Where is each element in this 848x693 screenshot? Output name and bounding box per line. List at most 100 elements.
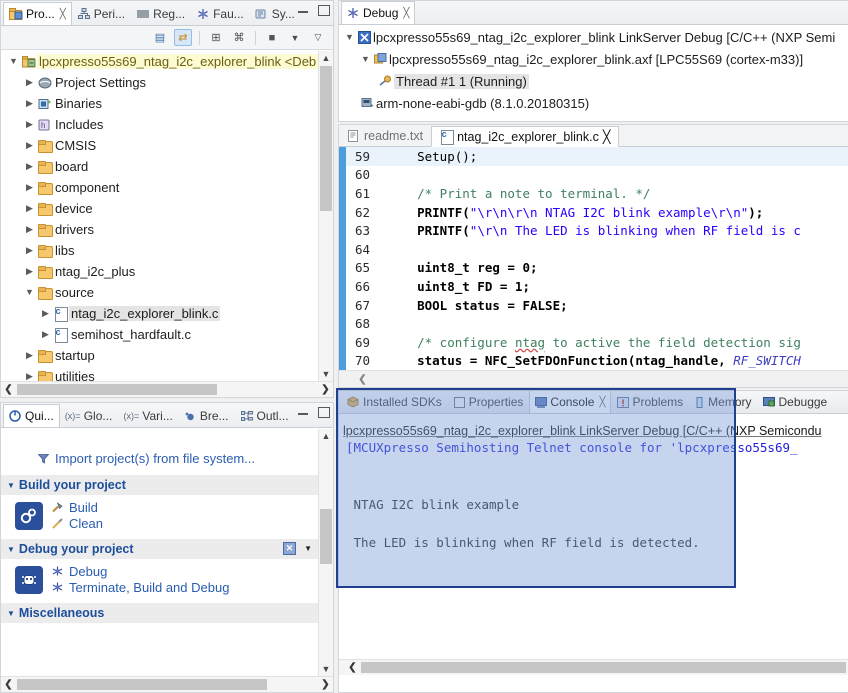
chevron-right-icon[interactable]: ▶	[23, 204, 36, 213]
console-horizontal-scrollbar[interactable]: ❮	[339, 659, 848, 675]
tab-debug[interactable]: Debug ╳	[341, 1, 416, 24]
close-icon[interactable]: ╳	[603, 129, 611, 144]
code-editor[interactable]: 59 Setup(); 60 61 /* Print a note to ter…	[339, 147, 848, 370]
tree-item-libs[interactable]: ▶ libs	[1, 240, 318, 261]
debug-gdb-row[interactable]: arm-none-eabi-gdb (8.1.0.20180315)	[339, 92, 848, 114]
chevron-right-icon[interactable]: ▶	[23, 351, 36, 360]
scroll-up-icon[interactable]: ▲	[319, 51, 333, 65]
section-miscellaneous[interactable]: ▼ Miscellaneous	[1, 603, 318, 623]
build-link[interactable]: Build	[51, 500, 103, 515]
tab-breakpoints[interactable]: Bre...	[179, 404, 235, 427]
focus-active-task-icon[interactable]: ■	[263, 29, 281, 46]
close-icon[interactable]: ╳	[60, 9, 66, 20]
section-menu-icon[interactable]: ▼	[304, 544, 312, 553]
chevron-down-icon[interactable]: ▼	[359, 54, 372, 64]
tab-faults[interactable]: Fau...	[191, 2, 250, 25]
tree-item-cmsis[interactable]: ▶ CMSIS	[1, 135, 318, 156]
import-projects-link[interactable]: Import project(s) from file system...	[1, 447, 318, 469]
chevron-right-icon[interactable]: ▶	[39, 330, 52, 339]
scroll-down-icon[interactable]: ▼	[319, 367, 333, 381]
editor-tab-ntag-i2c-explorer-blink-c[interactable]: ntag_i2c_explorer_blink.c ╳	[431, 126, 620, 147]
scroll-thumb[interactable]	[17, 384, 217, 395]
link-with-editor-icon[interactable]: ⇄	[174, 29, 192, 46]
scroll-right-icon[interactable]: ❯	[318, 382, 333, 397]
scroll-thumb[interactable]	[320, 66, 332, 211]
editor-horizontal-scrollbar[interactable]: ❮	[339, 370, 848, 387]
chevron-right-icon[interactable]: ▶	[23, 162, 36, 171]
section-build-your-project[interactable]: ▼ Build your project	[1, 475, 318, 495]
tab-memory[interactable]: Memory	[689, 391, 757, 413]
tree-item-drivers[interactable]: ▶ drivers	[1, 219, 318, 240]
tree-item-component[interactable]: ▶ component	[1, 177, 318, 198]
scroll-up-icon[interactable]: ▲	[319, 429, 333, 443]
scroll-left-icon[interactable]: ❮	[355, 371, 370, 387]
close-section-icon[interactable]: ✕	[283, 542, 296, 555]
chevron-down-icon[interactable]: ▼	[7, 545, 15, 554]
tree-item-utilities[interactable]: ▶ utilities	[1, 366, 318, 381]
tree-item-project[interactable]: ▼ lpcxpresso55s69_ntag_i2c_explorer_blin…	[1, 51, 318, 72]
tab-peripherals[interactable]: Peri...	[72, 2, 131, 25]
debug-link[interactable]: Debug	[51, 564, 229, 579]
chevron-right-icon[interactable]: ▶	[23, 78, 36, 87]
chevron-down-icon[interactable]: ▼	[7, 57, 20, 66]
scroll-left-icon[interactable]: ❮	[1, 382, 16, 397]
debug-bug-icon[interactable]	[15, 565, 43, 594]
chevron-down-icon[interactable]: ▼	[23, 288, 36, 297]
tree-item-ntag-i2c-plus[interactable]: ▶ ntag_i2c_plus	[1, 261, 318, 282]
close-icon[interactable]: ╳	[599, 397, 605, 408]
debug-launch-config-row[interactable]: ▼ lpcxpresso55s69_ntag_i2c_explorer_blin…	[339, 26, 848, 48]
debug-process-row[interactable]: ▼ lpcxpresso55s69_ntag_i2c_explorer_blin…	[339, 48, 848, 70]
tab-installed-sdks[interactable]: Installed SDKs	[341, 391, 448, 413]
tab-variables[interactable]: (x)= Vari...	[118, 404, 178, 427]
chevron-right-icon[interactable]: ▶	[23, 183, 36, 192]
tree-item-device[interactable]: ▶ device	[1, 198, 318, 219]
chevron-right-icon[interactable]: ▶	[23, 267, 36, 276]
chevron-right-icon[interactable]: ▶	[23, 99, 36, 108]
view-dropdown-icon[interactable]: ▼	[286, 29, 304, 46]
tree-item-project-settings[interactable]: ▶ Project Settings	[1, 72, 318, 93]
project-tree[interactable]: ▼ lpcxpresso55s69_ntag_i2c_explorer_blin…	[1, 51, 318, 381]
filters-icon[interactable]: ⌘	[230, 29, 248, 46]
scroll-left-icon[interactable]: ❮	[1, 677, 16, 692]
tree-item-source[interactable]: ▼ source	[1, 282, 318, 303]
tree-item-ntag-i2c-explorer-blink-c[interactable]: ▶ ntag_i2c_explorer_blink.c	[1, 303, 318, 324]
minimize-icon[interactable]	[297, 4, 309, 16]
tab-symbol-viewer[interactable]: Sy...	[250, 2, 301, 25]
maximize-icon[interactable]	[317, 406, 330, 418]
maximize-icon[interactable]	[317, 4, 330, 16]
tab-debugger-console[interactable]: Debugge	[758, 391, 834, 413]
tree-item-board[interactable]: ▶ board	[1, 156, 318, 177]
tab-problems[interactable]: Problems	[611, 391, 689, 413]
chevron-right-icon[interactable]: ▶	[23, 372, 36, 381]
scroll-thumb[interactable]	[361, 662, 846, 673]
scroll-right-icon[interactable]: ❯	[318, 677, 333, 692]
chevron-right-icon[interactable]: ▶	[39, 309, 52, 318]
tree-item-startup[interactable]: ▶ startup	[1, 345, 318, 366]
tab-registers[interactable]: Reg...	[131, 2, 191, 25]
project-tree-horizontal-scrollbar[interactable]: ❮ ❯	[1, 381, 333, 397]
chevron-right-icon[interactable]: ▶	[23, 225, 36, 234]
clean-link[interactable]: Clean	[51, 516, 103, 531]
scroll-left-icon[interactable]: ❮	[345, 660, 360, 675]
chevron-down-icon[interactable]: ▼	[343, 32, 356, 42]
build-gears-icon[interactable]	[15, 501, 43, 530]
debug-thread-row[interactable]: Thread #1 1 (Running)	[339, 70, 848, 92]
close-icon[interactable]: ╳	[403, 8, 409, 19]
tab-project-explorer[interactable]: Pro... ╳	[3, 2, 72, 25]
quickstart-vertical-scrollbar[interactable]: ▲ ▼	[318, 429, 333, 676]
collapse-all-icon[interactable]: ▤	[151, 29, 169, 46]
tree-item-semihost-hardfault-c[interactable]: ▶ semihost_hardfault.c	[1, 324, 318, 345]
tree-item-binaries[interactable]: ▶ Binaries	[1, 93, 318, 114]
chevron-right-icon[interactable]: ▶	[23, 120, 36, 129]
scroll-down-icon[interactable]: ▼	[319, 662, 333, 676]
tab-quickstart[interactable]: Qui...	[3, 404, 60, 427]
tab-outline[interactable]: Outl...	[235, 404, 295, 427]
quickstart-horizontal-scrollbar[interactable]: ❮ ❯	[1, 676, 333, 692]
view-menu-icon[interactable]: ▽	[309, 29, 327, 46]
view-menu-grid-icon[interactable]: ⊞	[207, 29, 225, 46]
tab-properties[interactable]: Properties	[448, 391, 530, 413]
tab-console[interactable]: Console ╳	[529, 391, 612, 413]
chevron-right-icon[interactable]: ▶	[23, 141, 36, 150]
chevron-right-icon[interactable]: ▶	[23, 246, 36, 255]
console-output[interactable]: lpcxpresso55s69_ntag_i2c_explorer_blink …	[339, 415, 848, 659]
